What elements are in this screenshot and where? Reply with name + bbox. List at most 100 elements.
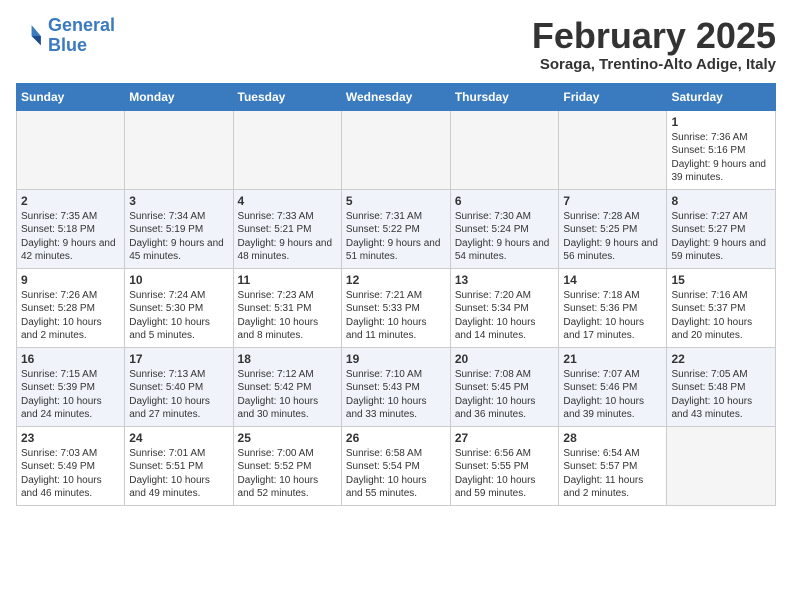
day-number: 18	[238, 352, 337, 366]
day-info: Sunrise: 7:15 AM Sunset: 5:39 PM Dayligh…	[21, 368, 120, 422]
calendar-cell	[667, 426, 776, 505]
calendar-cell	[450, 110, 559, 189]
weekday-header: Thursday	[450, 83, 559, 110]
day-info: Sunrise: 7:33 AM Sunset: 5:21 PM Dayligh…	[238, 210, 337, 264]
calendar-cell: 8 Sunrise: 7:27 AM Sunset: 5:27 PM Daylig…	[667, 189, 776, 268]
day-number: 7	[563, 194, 662, 208]
day-info: Sunrise: 7:16 AM Sunset: 5:37 PM Dayligh…	[671, 289, 771, 343]
calendar-cell: 4 Sunrise: 7:33 AM Sunset: 5:21 PM Daylig…	[233, 189, 341, 268]
weekday-header: Saturday	[667, 83, 776, 110]
day-number: 2	[21, 194, 120, 208]
day-info: Sunrise: 7:28 AM Sunset: 5:25 PM Dayligh…	[563, 210, 662, 264]
calendar-cell: 7 Sunrise: 7:28 AM Sunset: 5:25 PM Daylig…	[559, 189, 667, 268]
title-block: February 2025 Soraga, Trentino-Alto Adig…	[532, 16, 776, 73]
weekday-header-row: SundayMondayTuesdayWednesdayThursdayFrid…	[17, 83, 776, 110]
page-header: General Blue February 2025 Soraga, Trent…	[16, 16, 776, 73]
calendar-cell	[341, 110, 450, 189]
calendar-cell	[559, 110, 667, 189]
day-info: Sunrise: 7:21 AM Sunset: 5:33 PM Dayligh…	[346, 289, 446, 343]
calendar-cell	[17, 110, 125, 189]
day-info: Sunrise: 7:30 AM Sunset: 5:24 PM Dayligh…	[455, 210, 555, 264]
day-number: 26	[346, 431, 446, 445]
day-info: Sunrise: 7:24 AM Sunset: 5:30 PM Dayligh…	[129, 289, 228, 343]
day-info: Sunrise: 7:35 AM Sunset: 5:18 PM Dayligh…	[21, 210, 120, 264]
calendar-cell: 12Sunrise: 7:21 AM Sunset: 5:33 PM Dayli…	[341, 268, 450, 347]
day-number: 4	[238, 194, 337, 208]
calendar-week-row: 16 Sunrise: 7:15 AM Sunset: 5:39 PM Dayli…	[17, 347, 776, 426]
day-info: Sunrise: 7:00 AM Sunset: 5:52 PM Dayligh…	[238, 447, 337, 501]
calendar-cell: 15 Sunrise: 7:16 AM Sunset: 5:37 PM Dayli…	[667, 268, 776, 347]
calendar-cell: 18 Sunrise: 7:12 AM Sunset: 5:42 PM Dayli…	[233, 347, 341, 426]
day-info: Sunrise: 7:13 AM Sunset: 5:40 PM Dayligh…	[129, 368, 228, 422]
day-info: Sunrise: 7:31 AM Sunset: 5:22 PM Dayligh…	[346, 210, 446, 264]
day-number: 14	[563, 273, 662, 287]
logo-general: General	[48, 15, 115, 35]
day-number: 15	[671, 273, 771, 287]
day-info: Sunrise: 7:05 AM Sunset: 5:48 PM Dayligh…	[671, 368, 771, 422]
day-number: 25	[238, 431, 337, 445]
logo-blue: Blue	[48, 36, 115, 56]
logo: General Blue	[16, 16, 115, 56]
weekday-header: Wednesday	[341, 83, 450, 110]
calendar-cell: 20 Sunrise: 7:08 AM Sunset: 5:45 PM Dayli…	[450, 347, 559, 426]
calendar-cell: 9 Sunrise: 7:26 AM Sunset: 5:28 PM Daylig…	[17, 268, 125, 347]
day-info: Sunrise: 7:36 AM Sunset: 5:16 PM Dayligh…	[671, 131, 771, 185]
calendar-week-row: 9 Sunrise: 7:26 AM Sunset: 5:28 PM Daylig…	[17, 268, 776, 347]
day-info: Sunrise: 7:34 AM Sunset: 5:19 PM Dayligh…	[129, 210, 228, 264]
day-info: Sunrise: 7:26 AM Sunset: 5:28 PM Dayligh…	[21, 289, 120, 343]
day-number: 11	[238, 273, 337, 287]
calendar-cell: 11 Sunrise: 7:23 AM Sunset: 5:31 PM Dayli…	[233, 268, 341, 347]
day-number: 21	[563, 352, 662, 366]
calendar-cell	[233, 110, 341, 189]
month-title: February 2025	[532, 16, 776, 56]
calendar-cell: 2 Sunrise: 7:35 AM Sunset: 5:18 PM Daylig…	[17, 189, 125, 268]
calendar-cell: 25 Sunrise: 7:00 AM Sunset: 5:52 PM Dayli…	[233, 426, 341, 505]
calendar-table: SundayMondayTuesdayWednesdayThursdayFrid…	[16, 83, 776, 506]
calendar-cell: 16 Sunrise: 7:15 AM Sunset: 5:39 PM Dayli…	[17, 347, 125, 426]
day-number: 23	[21, 431, 120, 445]
day-number: 16	[21, 352, 120, 366]
day-number: 8	[671, 194, 771, 208]
calendar-cell: 27 Sunrise: 6:56 AM Sunset: 5:55 PM Dayli…	[450, 426, 559, 505]
day-number: 9	[21, 273, 120, 287]
calendar-cell: 22 Sunrise: 7:05 AM Sunset: 5:48 PM Dayli…	[667, 347, 776, 426]
calendar-cell: 10Sunrise: 7:24 AM Sunset: 5:30 PM Dayli…	[125, 268, 233, 347]
calendar-week-row: 23 Sunrise: 7:03 AM Sunset: 5:49 PM Dayli…	[17, 426, 776, 505]
day-number: 3	[129, 194, 228, 208]
calendar-cell: 13 Sunrise: 7:20 AM Sunset: 5:34 PM Dayli…	[450, 268, 559, 347]
day-number: 6	[455, 194, 555, 208]
calendar-cell: 6 Sunrise: 7:30 AM Sunset: 5:24 PM Daylig…	[450, 189, 559, 268]
day-info: Sunrise: 6:56 AM Sunset: 5:55 PM Dayligh…	[455, 447, 555, 501]
day-info: Sunrise: 7:12 AM Sunset: 5:42 PM Dayligh…	[238, 368, 337, 422]
day-info: Sunrise: 7:20 AM Sunset: 5:34 PM Dayligh…	[455, 289, 555, 343]
day-number: 22	[671, 352, 771, 366]
calendar-cell	[125, 110, 233, 189]
day-info: Sunrise: 7:08 AM Sunset: 5:45 PM Dayligh…	[455, 368, 555, 422]
day-info: Sunrise: 7:18 AM Sunset: 5:36 PM Dayligh…	[563, 289, 662, 343]
day-number: 19	[346, 352, 446, 366]
day-info: Sunrise: 7:07 AM Sunset: 5:46 PM Dayligh…	[563, 368, 662, 422]
weekday-header: Friday	[559, 83, 667, 110]
day-info: Sunrise: 7:03 AM Sunset: 5:49 PM Dayligh…	[21, 447, 120, 501]
day-info: Sunrise: 7:23 AM Sunset: 5:31 PM Dayligh…	[238, 289, 337, 343]
calendar-cell: 19Sunrise: 7:10 AM Sunset: 5:43 PM Dayli…	[341, 347, 450, 426]
day-info: Sunrise: 7:27 AM Sunset: 5:27 PM Dayligh…	[671, 210, 771, 264]
location: Soraga, Trentino-Alto Adige, Italy	[532, 56, 776, 73]
calendar-cell: 14 Sunrise: 7:18 AM Sunset: 5:36 PM Dayli…	[559, 268, 667, 347]
calendar-week-row: 2 Sunrise: 7:35 AM Sunset: 5:18 PM Daylig…	[17, 189, 776, 268]
calendar-week-row: 1 Sunrise: 7:36 AM Sunset: 5:16 PM Daylig…	[17, 110, 776, 189]
calendar-cell: 5Sunrise: 7:31 AM Sunset: 5:22 PM Daylig…	[341, 189, 450, 268]
day-number: 20	[455, 352, 555, 366]
calendar-cell: 1 Sunrise: 7:36 AM Sunset: 5:16 PM Daylig…	[667, 110, 776, 189]
weekday-header: Tuesday	[233, 83, 341, 110]
day-number: 27	[455, 431, 555, 445]
day-number: 28	[563, 431, 662, 445]
logo-icon	[16, 22, 44, 50]
calendar-cell: 24Sunrise: 7:01 AM Sunset: 5:51 PM Dayli…	[125, 426, 233, 505]
calendar-cell: 23 Sunrise: 7:03 AM Sunset: 5:49 PM Dayli…	[17, 426, 125, 505]
day-number: 13	[455, 273, 555, 287]
day-number: 1	[671, 115, 771, 129]
weekday-header: Sunday	[17, 83, 125, 110]
weekday-header: Monday	[125, 83, 233, 110]
calendar-cell: 28Sunrise: 6:54 AM Sunset: 5:57 PM Dayli…	[559, 426, 667, 505]
